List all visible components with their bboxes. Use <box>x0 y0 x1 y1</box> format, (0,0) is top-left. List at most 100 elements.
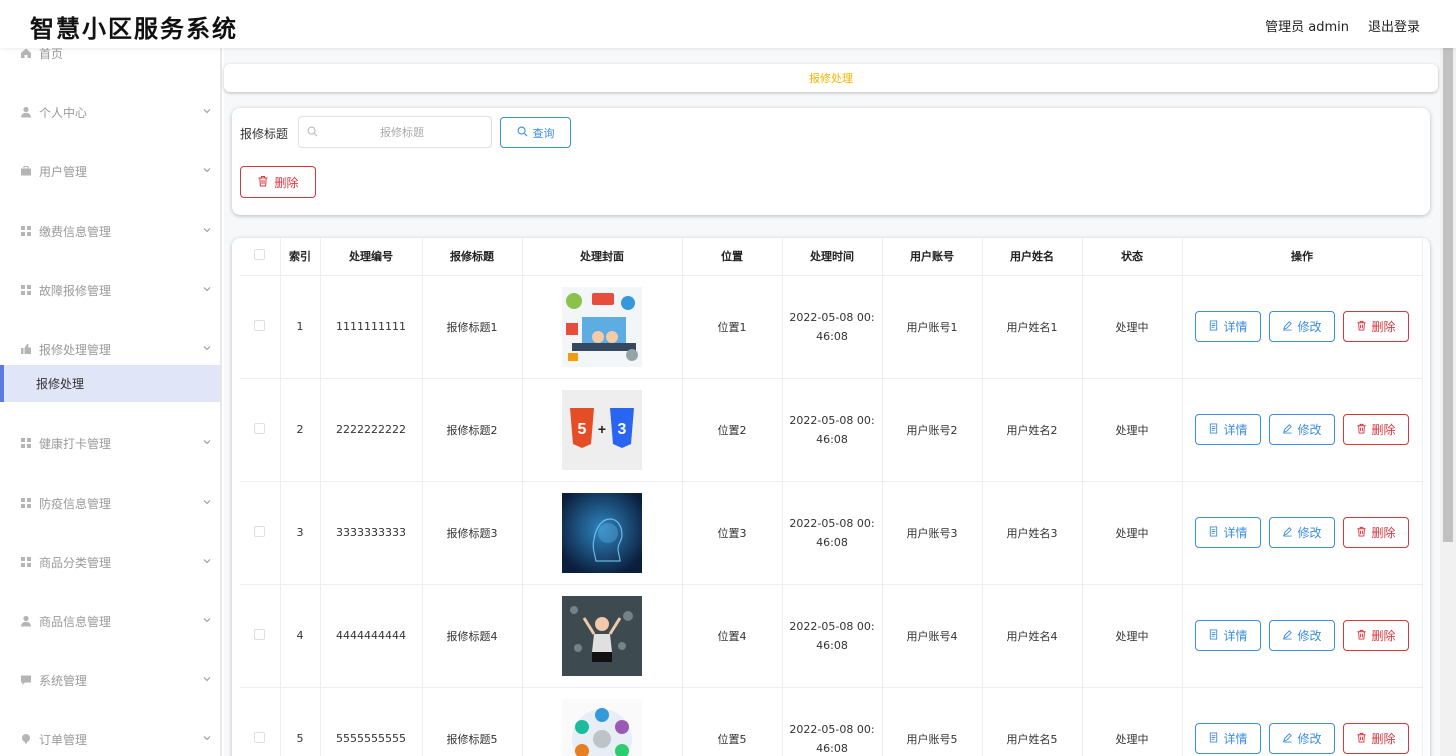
delete-button[interactable]: 删除 <box>1343 311 1409 342</box>
location-cell: 位置3 <box>682 481 783 585</box>
sidebar-item-6[interactable]: 健康打卡管理 <box>0 423 220 463</box>
detail-button[interactable]: 详情 <box>1195 311 1261 342</box>
column-header: 位置 <box>682 238 783 276</box>
batch-delete-button[interactable]: 删除 <box>240 166 316 198</box>
sidebar-item-11[interactable]: 订单管理 <box>0 719 220 756</box>
sidebar-item-5[interactable]: 报修处理管理 <box>0 329 220 369</box>
time-rest: 46:08 <box>816 638 848 652</box>
edit-button[interactable]: 修改 <box>1269 620 1335 651</box>
location-cell: 位置1 <box>682 275 783 379</box>
sidebar-item-8[interactable]: 商品分类管理 <box>0 542 220 582</box>
search-input[interactable] <box>298 116 492 148</box>
select-all-header[interactable] <box>240 238 281 276</box>
time-cell: 2022-05-08 00: 46:08 <box>782 687 883 756</box>
trash-icon <box>1356 526 1367 540</box>
cover-cell <box>522 275 683 379</box>
table-row: 4 4444444444 报修标题4 位置4 2022-05-08 00: 46:08 用户… <box>240 584 1423 688</box>
time-date: 2022-05-08 00: <box>789 722 875 736</box>
delete-button[interactable]: 删除 <box>1343 620 1409 651</box>
sidebar-item-10[interactable]: 系统管理 <box>0 660 220 700</box>
row-checkbox[interactable] <box>254 628 266 640</box>
edit-button[interactable]: 修改 <box>1269 517 1335 548</box>
detail-button[interactable]: 详情 <box>1195 620 1261 651</box>
sidebar-item-9[interactable]: 商品信息管理 <box>0 601 220 641</box>
page-scrollbar[interactable] <box>1440 48 1456 756</box>
table-row: 1 1111111111 报修标题1 位置1 2022-05-08 00: 46:08 用户… <box>240 275 1423 379</box>
query-button-label: 查询 <box>532 126 555 140</box>
title-cell: 报修标题1 <box>422 275 523 379</box>
column-header: 报修标题 <box>422 238 523 276</box>
sidebar-subitem-repair-process[interactable]: 报修处理 <box>0 365 220 402</box>
data-table: 索引 处理编号 报修标题 处理封面 位置 处理时间 用户账号 用户姓名 状态 操… <box>240 238 1423 756</box>
chevron-down-icon <box>202 342 214 354</box>
row-select-cell[interactable] <box>240 275 281 379</box>
document-icon <box>1208 422 1219 437</box>
chevron-down-icon <box>202 496 214 508</box>
select-all-checkbox[interactable] <box>254 249 266 261</box>
query-button[interactable]: 查询 <box>500 117 571 148</box>
number-cell: 1111111111 <box>320 275 423 379</box>
chevron-down-icon <box>202 283 214 295</box>
delete-button[interactable]: 删除 <box>1343 414 1409 445</box>
row-select-cell[interactable] <box>240 584 281 688</box>
account-cell: 用户账号3 <box>882 481 983 585</box>
row-checkbox[interactable] <box>254 525 266 537</box>
delete-button[interactable]: 删除 <box>1343 517 1409 548</box>
sidebar-item-4[interactable]: 故障报修管理 <box>0 270 220 310</box>
account-cell: 用户账号5 <box>882 687 983 756</box>
logout-link[interactable]: 退出登录 <box>1368 16 1420 35</box>
scrollbar-thumb[interactable] <box>1443 48 1453 542</box>
chevron-down-icon <box>202 105 214 117</box>
row-select-cell[interactable] <box>240 378 281 482</box>
row-select-cell[interactable] <box>240 687 281 756</box>
table-row: 3 3333333333 报修标题3 位置3 2022-05-08 00: 46:08 用户… <box>240 481 1423 585</box>
detail-label: 详情 <box>1223 320 1248 334</box>
time-rest: 46:08 <box>816 741 848 755</box>
row-checkbox[interactable] <box>254 319 266 331</box>
sidebar-item-label: 缴费信息管理 <box>39 224 112 239</box>
sidebar-item-label: 防疫信息管理 <box>39 496 112 511</box>
edit-button[interactable]: 修改 <box>1269 311 1335 342</box>
sidebar-item-1[interactable]: 个人中心 <box>0 92 220 132</box>
time-date: 2022-05-08 00: <box>789 516 875 530</box>
user-icon <box>20 615 32 627</box>
delete-button[interactable]: 删除 <box>1343 723 1409 754</box>
status-cell: 处理中 <box>1082 275 1183 379</box>
cover-image <box>562 698 642 756</box>
delete-label: 删除 <box>1371 320 1396 334</box>
detail-button[interactable]: 详情 <box>1195 723 1261 754</box>
actions-cell: 详情 修改 删除 <box>1182 481 1423 585</box>
svg-text:+: + <box>598 421 606 437</box>
detail-label: 详情 <box>1223 732 1248 746</box>
sidebar-item-3[interactable]: 缴费信息管理 <box>0 211 220 251</box>
detail-button[interactable]: 详情 <box>1195 517 1261 548</box>
edit-button[interactable]: 修改 <box>1269 414 1335 445</box>
edit-label: 修改 <box>1297 629 1322 643</box>
number-cell: 4444444444 <box>320 584 423 688</box>
row-checkbox[interactable] <box>254 731 266 743</box>
location-cell: 位置4 <box>682 584 783 688</box>
column-header: 操作 <box>1182 238 1423 276</box>
sidebar-item-2[interactable]: 用户管理 <box>0 151 220 191</box>
edit-label: 修改 <box>1297 423 1322 437</box>
title-cell: 报修标题4 <box>422 584 523 688</box>
sidebar-item-label: 系统管理 <box>39 673 88 688</box>
sidebar-item-label: 用户管理 <box>39 164 88 179</box>
actions-cell: 详情 修改 删除 <box>1182 584 1423 688</box>
row-checkbox[interactable] <box>254 422 266 434</box>
actions-cell: 详情 修改 删除 <box>1182 378 1423 482</box>
cover-cell <box>522 481 683 585</box>
column-header: 处理时间 <box>782 238 883 276</box>
index-cell: 1 <box>280 275 321 379</box>
data-table-panel: 索引 处理编号 报修标题 处理封面 位置 处理时间 用户账号 用户姓名 状态 操… <box>232 238 1430 756</box>
sidebar-item-label: 商品分类管理 <box>39 555 112 570</box>
detail-button[interactable]: 详情 <box>1195 414 1261 445</box>
actions-cell: 详情 修改 删除 <box>1182 687 1423 756</box>
document-icon <box>1208 731 1219 746</box>
sidebar-item-7[interactable]: 防疫信息管理 <box>0 483 220 523</box>
edit-label: 修改 <box>1297 526 1322 540</box>
chevron-down-icon <box>202 164 214 176</box>
edit-button[interactable]: 修改 <box>1269 723 1335 754</box>
row-select-cell[interactable] <box>240 481 281 585</box>
pin-icon <box>20 733 32 745</box>
